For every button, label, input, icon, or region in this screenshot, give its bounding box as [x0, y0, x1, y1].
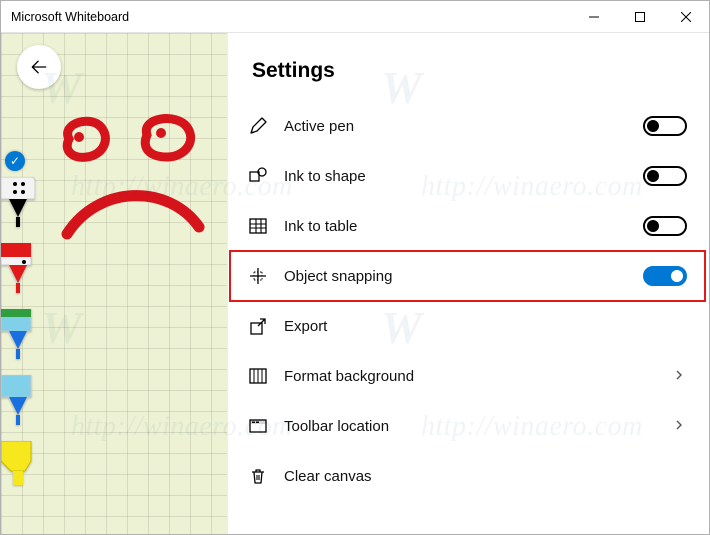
pen-tool-blue-2[interactable]	[1, 375, 35, 439]
setting-label: Object snapping	[284, 268, 627, 285]
pen-tool-red[interactable]	[1, 243, 35, 307]
setting-export[interactable]: Export	[228, 301, 709, 351]
toggle-switch[interactable]	[643, 216, 687, 236]
window-minimize-button[interactable]	[571, 1, 617, 33]
check-icon: ✓	[10, 155, 20, 167]
highlighter-tool[interactable]	[1, 441, 35, 497]
ink-drawing-sad-face	[49, 109, 219, 262]
setting-label: Ink to shape	[284, 168, 627, 185]
setting-toolbar-location[interactable]: Toolbar location	[228, 401, 709, 451]
setting-active-pen[interactable]: Active pen	[228, 101, 709, 151]
pen-toolbar: ✓	[1, 151, 35, 497]
pen-icon	[248, 116, 268, 136]
setting-label: Format background	[284, 368, 657, 385]
toggle-switch[interactable]	[643, 116, 687, 136]
chevron-right-icon	[673, 418, 687, 434]
titlebar: Microsoft Whiteboard	[1, 1, 709, 33]
toggle-switch[interactable]	[643, 266, 687, 286]
setting-label: Clear canvas	[284, 468, 687, 485]
whiteboard-canvas-area: ✓	[1, 33, 227, 534]
setting-label: Active pen	[284, 118, 627, 135]
table-icon	[248, 216, 268, 236]
window-maximize-button[interactable]	[617, 1, 663, 33]
setting-format-background[interactable]: Format background	[228, 351, 709, 401]
chevron-right-icon	[673, 368, 687, 384]
pen-tool-blue[interactable]	[1, 309, 35, 373]
setting-ink-to-table[interactable]: Ink to table	[228, 201, 709, 251]
window-close-button[interactable]	[663, 1, 709, 33]
object-snapping-icon	[248, 266, 268, 286]
export-icon	[248, 316, 268, 336]
format-background-icon	[248, 366, 268, 386]
setting-label: Export	[284, 318, 687, 335]
settings-heading: Settings	[252, 59, 709, 83]
setting-label: Toolbar location	[284, 418, 657, 435]
settings-panel: Settings Active pen Ink to shape Ink to …	[227, 33, 709, 534]
window-title: Microsoft Whiteboard	[11, 10, 129, 24]
setting-clear-canvas[interactable]: Clear canvas	[228, 451, 709, 501]
setting-object-snapping[interactable]: Object snapping	[228, 251, 709, 301]
selection-indicator[interactable]: ✓	[5, 151, 25, 171]
pen-tool-black[interactable]	[1, 177, 35, 241]
toolbar-location-icon	[248, 416, 268, 436]
arrow-left-icon	[29, 57, 49, 77]
ink-to-shape-icon	[248, 166, 268, 186]
toggle-switch[interactable]	[643, 166, 687, 186]
trash-icon	[248, 466, 268, 486]
setting-label: Ink to table	[284, 218, 627, 235]
setting-ink-to-shape[interactable]: Ink to shape	[228, 151, 709, 201]
back-button[interactable]	[17, 45, 61, 89]
